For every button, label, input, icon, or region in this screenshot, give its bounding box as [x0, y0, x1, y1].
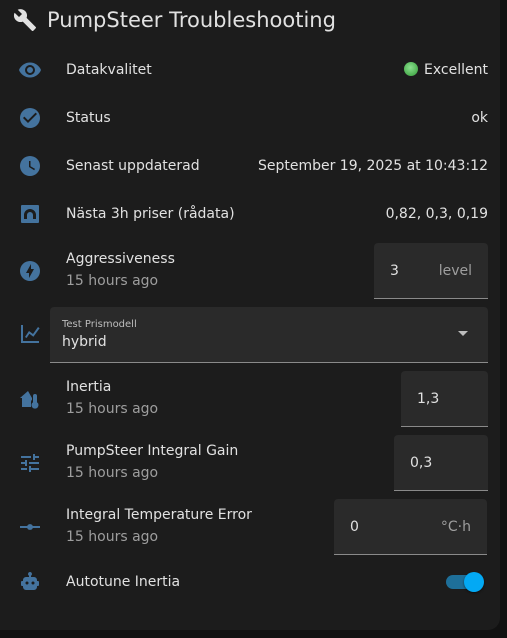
entities-card: PumpSteer Troubleshooting Datakvalitet E… [0, 0, 500, 630]
chart-line-icon [21, 325, 40, 343]
home-thermometer-icon [20, 391, 39, 409]
input-unit: level [438, 263, 472, 279]
inertia-input[interactable]: 1,3 [401, 371, 488, 427]
input-value: 3 [390, 263, 399, 279]
aggressiveness-input[interactable]: 3 level [374, 243, 488, 299]
row-label: PumpSteer Integral Gain [66, 443, 239, 459]
row-label: Status [66, 110, 111, 126]
dropdown-caret-icon [458, 331, 468, 336]
prismodell-select[interactable]: Test Prismodell hybrid [50, 307, 488, 363]
row-value: September 19, 2025 at 10:43:12 [257, 158, 488, 174]
toggle-thumb [464, 572, 484, 592]
row-label: Integral Temperature Error [66, 507, 252, 523]
row-label: Nästa 3h priser (rådata) [66, 206, 235, 222]
clock-icon [20, 156, 40, 176]
row-timestamp: 15 hours ago [66, 273, 159, 289]
status-value: Excellent [404, 62, 488, 78]
row-label: Inertia [66, 379, 112, 395]
row-label: Aggressiveness [66, 251, 175, 267]
row-timestamp: 15 hours ago [66, 465, 159, 481]
row-timestamp: 15 hours ago [66, 401, 159, 417]
autotune-toggle[interactable] [446, 572, 484, 592]
row-label: Autotune Inertia [66, 574, 181, 590]
status-dot-icon [404, 62, 419, 76]
select-value: hybrid [62, 334, 107, 350]
row-datakvalitet[interactable]: Datakvalitet Excellent [0, 58, 500, 82]
integral-error-input[interactable]: 0 °C·h [334, 499, 487, 555]
card-title: PumpSteer Troubleshooting [47, 8, 336, 32]
input-value: 0 [350, 519, 359, 535]
input-value: 1,3 [417, 391, 440, 407]
row-label: Senast uppdaterad [66, 158, 200, 174]
row-senast-uppdaterad[interactable]: Senast uppdaterad September 19, 2025 at … [0, 154, 500, 178]
tune-icon [21, 454, 39, 472]
gauge-icon [21, 205, 39, 223]
select-label: Test Prismodell [62, 319, 137, 330]
row-autotune: Autotune Inertia [0, 570, 500, 594]
row-label: Datakvalitet [66, 62, 152, 78]
ray-vertex-icon [20, 524, 40, 530]
integral-gain-input[interactable]: 0,3 [394, 435, 488, 491]
input-value: 0,3 [410, 455, 433, 471]
card-header: PumpSteer Troubleshooting [13, 4, 336, 36]
eye-icon [19, 62, 41, 78]
row-timestamp: 15 hours ago [66, 529, 159, 545]
lightning-icon [20, 261, 40, 281]
robot-icon [21, 572, 39, 590]
row-value: 0,82, 0,3, 0,19 [385, 206, 488, 222]
check-circle-icon [20, 108, 40, 128]
row-status[interactable]: Status ok [0, 106, 500, 130]
wrench-icon [13, 9, 36, 31]
input-unit: °C·h [440, 519, 471, 535]
row-nasta-priser[interactable]: Nästa 3h priser (rådata) 0,82, 0,3, 0,19 [0, 202, 500, 226]
row-value: ok [471, 110, 488, 126]
